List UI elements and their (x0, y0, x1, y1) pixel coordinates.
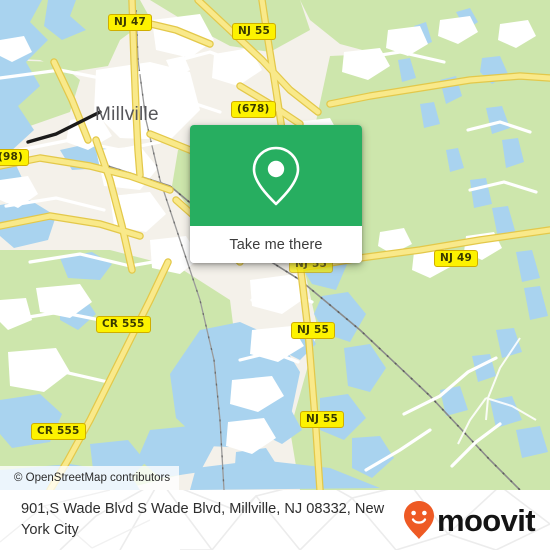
map-place-label: Millville (95, 104, 159, 125)
take-me-there-label: Take me there (229, 236, 323, 253)
destination-card[interactable]: Take me there (190, 125, 362, 263)
moovit-wordmark: moovit (436, 502, 536, 538)
road-shield-nj47[interactable]: NJ 47 (108, 14, 152, 31)
road-shield-nj55-c[interactable]: NJ 55 (291, 322, 335, 339)
road-shield-cr555-b[interactable]: CR 555 (31, 423, 86, 440)
road-shield-678[interactable]: (678) (231, 101, 276, 118)
take-me-there-button[interactable]: Take me there (190, 226, 362, 263)
road-shield-nj55-d[interactable]: NJ 55 (300, 411, 344, 428)
road-shield-nj49[interactable]: NJ 49 (434, 250, 478, 267)
osm-attribution[interactable]: © OpenStreetMap contributors (0, 466, 180, 490)
moovit-logo[interactable]: moovit (403, 500, 536, 540)
road-shield-nj55-top[interactable]: NJ 55 (232, 23, 276, 40)
road-shield-98[interactable]: (98) (0, 149, 30, 166)
app-root: Millville NJ 47 NJ 55 (678) (98) NJ 55 N… (0, 0, 550, 550)
footer-bar: 901,S Wade Blvd S Wade Blvd, Millville, … (0, 490, 550, 550)
footer-address: 901,S Wade Blvd S Wade Blvd, Millville, … (21, 501, 385, 538)
card-icon-area (190, 125, 362, 226)
map-pin-icon (252, 146, 300, 205)
moovit-smiley-pin-icon (403, 501, 434, 539)
road-shield-cr555-a[interactable]: CR 555 (96, 316, 151, 333)
